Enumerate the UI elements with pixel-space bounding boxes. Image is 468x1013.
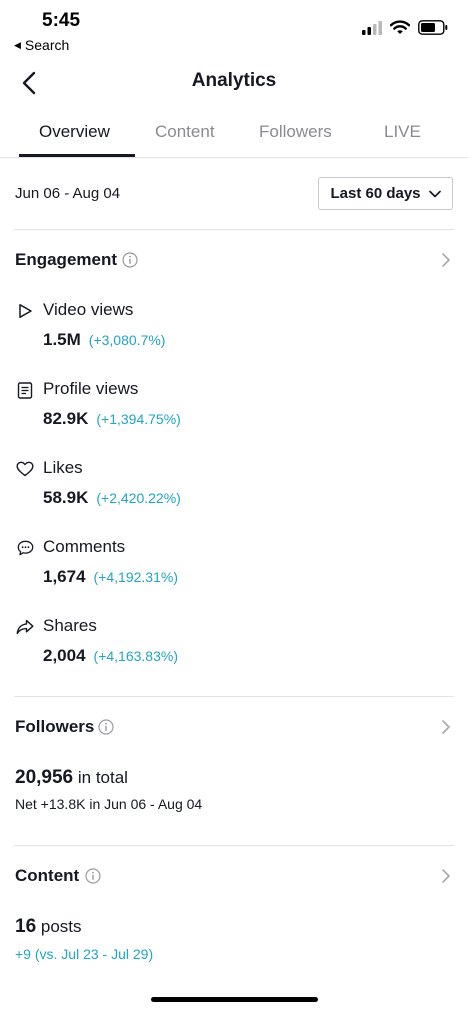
status-bar: 5:45 ◀ Search — [0, 0, 468, 58]
metric-value-row: 1,674 (+4,192.31%) — [43, 567, 178, 587]
metric-label: Comments — [43, 537, 126, 556]
divider — [14, 696, 454, 697]
back-to-search-link[interactable]: ◀ Search — [14, 37, 69, 53]
metric-comments: Comments 1,674 (+4,192.31%) — [15, 535, 455, 597]
metric-profile-views: Profile views 82.9K (+1,394.75%) — [15, 377, 455, 439]
status-time: 5:45 — [42, 10, 81, 31]
metric-change: (+1,394.75%) — [96, 411, 181, 427]
info-icon[interactable] — [122, 252, 138, 268]
followers-net: Net +13.8K in Jun 06 - Aug 04 — [15, 796, 203, 812]
chevron-right-icon — [442, 253, 450, 267]
metric-change: (+2,420.22%) — [96, 490, 181, 506]
engagement-header[interactable]: Engagement — [15, 246, 455, 274]
followers-total: 20,956 in total — [15, 767, 128, 789]
metric-value: 1.5M — [43, 330, 81, 349]
metric-change: (+4,192.31%) — [93, 569, 178, 585]
share-icon — [15, 617, 35, 637]
metric-value-row: 2,004 (+4,163.83%) — [43, 646, 178, 666]
date-range: Jun 06 - Aug 04 — [15, 185, 121, 202]
tab-live[interactable]: LIVE — [384, 122, 421, 142]
battery-icon — [418, 20, 448, 35]
page-title: Analytics — [191, 70, 277, 91]
metric-shares: Shares 2,004 (+4,163.83%) — [15, 614, 455, 676]
content-title: Content — [15, 866, 80, 885]
metric-change: (+4,163.83%) — [93, 648, 178, 664]
metric-value-row: 58.9K (+2,420.22%) — [43, 488, 181, 508]
play-icon — [15, 301, 35, 321]
status-icons — [362, 20, 448, 35]
tab-followers[interactable]: Followers — [259, 122, 332, 142]
content-posts-value: 16 — [15, 916, 37, 937]
divider — [14, 845, 454, 846]
followers-total-value: 20,956 — [15, 767, 74, 788]
chevron-right-icon — [442, 720, 450, 734]
metric-change: (+3,080.7%) — [88, 332, 166, 348]
profile-card-icon — [15, 380, 35, 400]
metric-value: 1,674 — [43, 567, 86, 586]
metric-video-views: Video views 1.5M (+3,080.7%) — [15, 298, 455, 360]
metric-value: 2,004 — [43, 646, 86, 665]
metric-value: 58.9K — [43, 488, 89, 507]
metric-value: 82.9K — [43, 409, 89, 428]
content-change: +9 (vs. Jul 23 - Jul 29) — [15, 946, 154, 962]
followers-header[interactable]: Followers — [15, 713, 455, 741]
followers-total-suffix: in total — [77, 768, 128, 787]
period-dropdown-value: Last 60 days — [330, 185, 421, 202]
content-header[interactable]: Content — [15, 862, 455, 890]
chevron-right-icon — [442, 869, 450, 883]
nav-bar: Analytics — [0, 62, 468, 104]
content-posts: 16 posts — [15, 916, 82, 938]
back-to-search-label: Search — [24, 37, 70, 53]
info-icon[interactable] — [98, 719, 114, 735]
metric-label: Video views — [43, 300, 134, 319]
cellular-signal-icon — [362, 20, 382, 35]
engagement-title: Engagement — [15, 250, 118, 269]
wifi-icon — [390, 20, 410, 34]
metric-label: Shares — [43, 616, 97, 635]
chevron-down-icon — [428, 190, 441, 197]
heart-icon — [15, 459, 35, 479]
content-posts-suffix: posts — [40, 917, 82, 936]
active-tab-indicator — [19, 154, 135, 157]
metric-label: Profile views — [43, 379, 139, 398]
tab-bar: Overview Content Followers LIVE — [0, 108, 468, 158]
info-icon[interactable] — [85, 868, 101, 884]
back-triangle-icon: ◀ — [14, 39, 21, 50]
tab-overview[interactable]: Overview — [39, 122, 110, 142]
metric-value-row: 1.5M (+3,080.7%) — [43, 330, 165, 350]
home-indicator[interactable] — [151, 997, 318, 1002]
tab-content[interactable]: Content — [155, 122, 215, 142]
metric-value-row: 82.9K (+1,394.75%) — [43, 409, 181, 429]
divider — [14, 229, 454, 230]
date-row: Jun 06 - Aug 04 Last 60 days — [0, 176, 468, 212]
metric-label: Likes — [43, 458, 83, 477]
comment-icon — [15, 538, 35, 558]
period-dropdown[interactable]: Last 60 days — [318, 177, 453, 210]
followers-title: Followers — [15, 717, 95, 736]
metric-likes: Likes 58.9K (+2,420.22%) — [15, 456, 455, 518]
